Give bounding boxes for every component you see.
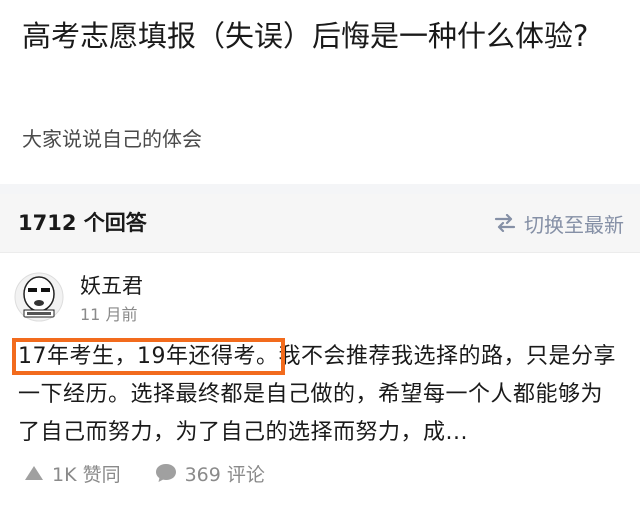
question-header: 高考志愿填报（失误）后悔是一种什么体验? 大家说说自己的体会 [0,0,640,184]
answer-excerpt[interactable]: 17年考生，19年还得考。我不会推荐我选择的路，只是分享一下经历。选择最终都是自… [12,338,622,452]
swap-arrows-icon [494,214,516,232]
upvote-triangle-icon [24,465,44,481]
comment-bubble-icon [155,463,177,483]
answer-time: 11 月前 [80,305,138,324]
answer-count: 1712 个回答 [18,211,147,235]
answer-actions: 1K 赞同 369 评论 [24,457,299,489]
question-description: 大家说说自己的体会 [22,127,202,151]
comment-label: 369 评论 [184,463,265,486]
highlighted-phrase: 17年考生，19年还得考。 [12,338,285,375]
comment-button[interactable]: 369 评论 [155,460,265,487]
section-divider [0,184,640,194]
upvote-label: 1K 赞同 [52,463,121,486]
upvote-button[interactable]: 1K 赞同 [24,460,121,487]
sort-toggle-button[interactable]: 切换至最新 [494,207,624,239]
avatar-meme-face [14,272,64,322]
avatar[interactable] [14,272,64,322]
answers-bar: 1712 个回答 切换至最新 [0,194,640,253]
question-title[interactable]: 高考志愿填报（失误）后悔是一种什么体验? [22,14,602,58]
sort-toggle-label: 切换至最新 [524,212,624,237]
answer-card[interactable]: 妖五君 11 月前 17年考生，19年还得考。我不会推荐我选择的路，只是分享一下… [0,253,640,508]
author-name[interactable]: 妖五君 [80,271,143,301]
